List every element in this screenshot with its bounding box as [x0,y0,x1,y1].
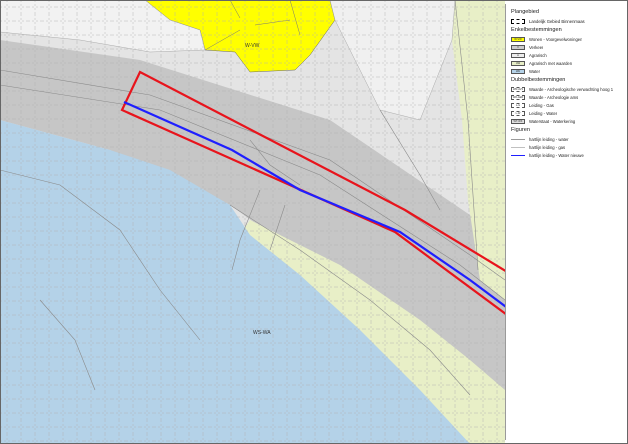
map-legend: Plangebied Landelijk Gebied Binnenmaas E… [505,4,623,440]
legend-label: Leiding - Gas [529,102,554,108]
legend-swatch: WT-WK [511,118,525,124]
legend-enkel-item: WA Water [511,67,620,75]
legend-label: Waterstaat - Waterkering [529,118,576,124]
legend-swatch: L-W [511,110,525,116]
legend-label: hartlijn leiding - Water nieuwe [529,152,584,158]
grid-overlay [0,0,505,444]
legend-figuren-item: hartlijn leiding - Water nieuwe [511,151,620,159]
legend-line-swatch [511,146,525,148]
legend-label: Wonen - Voorgevelwoningen [529,36,583,42]
legend-label: Leiding - Water [529,110,558,116]
label-water: WS-WA [253,330,271,336]
legend-swatch: A [511,52,525,58]
legend-figuren-title: Figuren [511,127,530,133]
legend-enkel-item: AW Agrarisch met waarden [511,59,620,67]
plangebied-swatch [511,18,525,24]
legend-dubbel-title: Dubbelbestemmingen [511,77,566,83]
legend-enkel-item: W-VW Wonen - Voorgevelwoningen [511,35,620,43]
legend-label: Waarde - Archeologische verwachting hoog… [529,86,614,92]
legend-line-swatch [511,138,525,140]
legend-dubbel-item: WR-AV3 Waarde - Archeologische verwachti… [511,85,620,93]
legend-swatch: WR-AER [511,94,525,100]
legend-dubbel-item: WT-WK Waterstaat - Waterkering [511,117,620,125]
legend-figuren-item: hartlijn leiding - gas [511,143,620,151]
legend-swatch: L-G [511,102,525,108]
legend-label: hartlijn leiding - gas [529,144,566,150]
legend-dubbel-item: WR-AER Waarde - Archeologie ams [511,93,620,101]
legend-plangebied-title: Plangebied [511,9,539,15]
legend-swatch: W-VW [511,36,525,42]
legend-plangebied-item: Landelijk Gebied Binnenmaas [511,17,620,25]
legend-plangebied-label: Landelijk Gebied Binnenmaas [529,18,585,24]
legend-label: Agrarisch met waarden [529,60,573,66]
map-viewer: W-VW WS-WA A Plangebied Landelijk Gebied… [0,0,628,444]
legend-swatch: WA [511,68,525,74]
legend-enkel-item: A Agrarisch [511,51,620,59]
legend-swatch: WR-AV3 [511,86,525,92]
legend-enkel-item: V Verkeer [511,43,620,51]
legend-label: hartlijn leiding - water [529,136,569,142]
legend-line-swatch [511,154,525,156]
legend-label: Verkeer [529,44,544,50]
legend-label: Waarde - Archeologie ams [529,94,579,100]
legend-swatch: AW [511,60,525,66]
legend-swatch: V [511,44,525,50]
legend-dubbel-item: L-G Leiding - Gas [511,101,620,109]
legend-dubbel-item: L-W Leiding - Water [511,109,620,117]
legend-figuren-item: hartlijn leiding - water [511,135,620,143]
legend-label: Water [529,68,541,74]
label-housing: W-VW [245,43,260,49]
legend-enkel-title: Enkelbestemmingen [511,27,562,33]
legend-label: Agrarisch [529,52,547,58]
